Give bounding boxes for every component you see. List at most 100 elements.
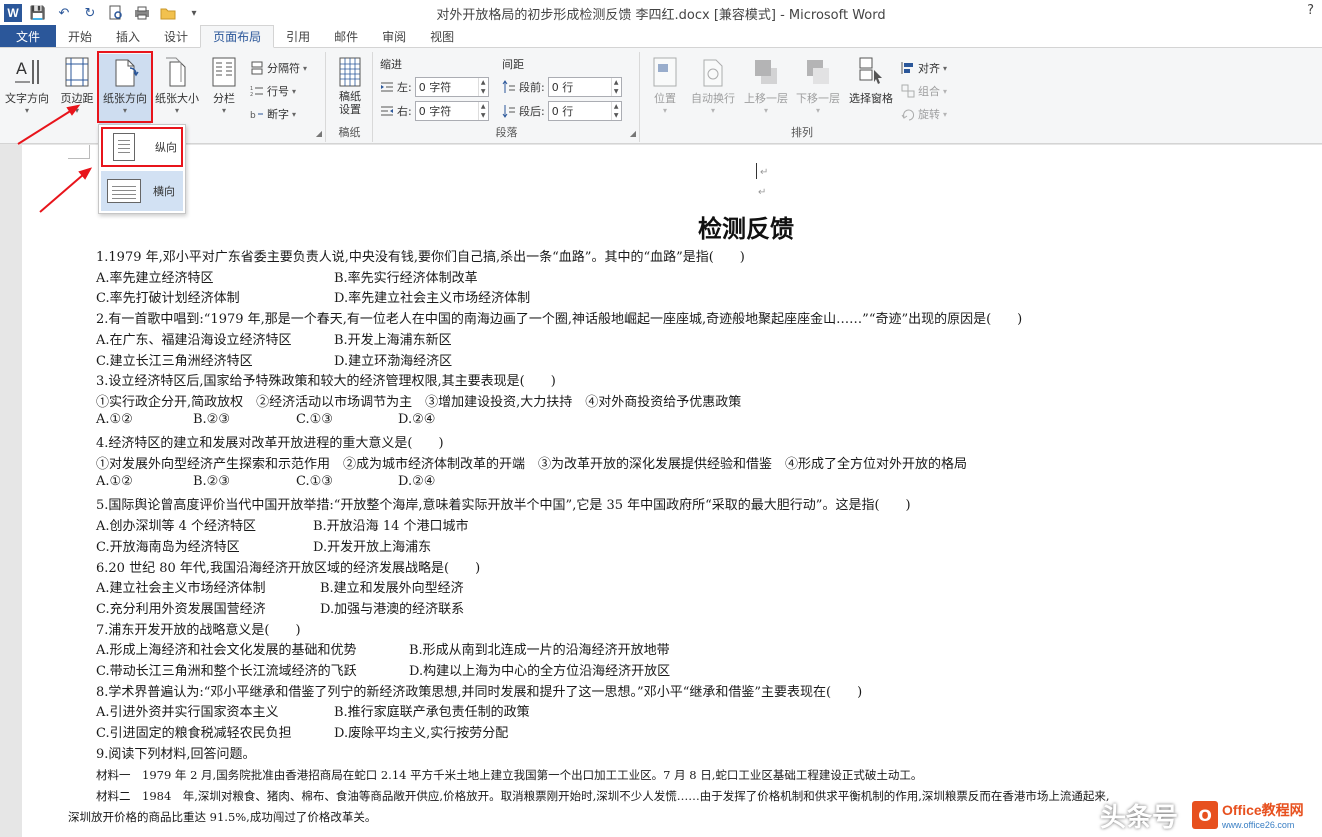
document-option: B.率先实行经济体制改革 <box>334 271 478 286</box>
svg-text:A: A <box>16 59 27 78</box>
group-paragraph: 缩进 间距 左: 0 字符 ▲ ▼ 右: 0 字符 ▲ ▼ 段前: 0 行 ▲ ▼ 段后: … <box>374 52 640 142</box>
size-button[interactable]: 纸张大小 ▾ <box>154 54 200 118</box>
breaks-label: 分隔符 <box>267 62 300 75</box>
word-logo-icon[interactable]: W <box>4 4 22 22</box>
draft-settings-button[interactable]: 稿纸 设置 <box>327 54 373 118</box>
indent-right-input[interactable]: 0 字符 ▲ ▼ <box>414 101 489 121</box>
spacing-before-input[interactable]: 0 行 ▲ ▼ <box>547 77 622 97</box>
columns-button[interactable]: 分栏 ▾ <box>204 54 244 118</box>
spacing-after-spinner[interactable]: ▲ ▼ <box>610 102 621 120</box>
group-arrange-label: 排列 <box>791 126 813 139</box>
document-option: D.废除平均主义,实行按劳分配 <box>334 726 509 741</box>
document-line: C.充分利用外资发展国营经济 <box>96 602 266 617</box>
help-button[interactable]: ? <box>1307 3 1314 18</box>
folder-icon[interactable] <box>158 3 178 23</box>
document-line: 8.学术界普遍认为:“邓小平继承和借鉴了列宁的新经济政策思想,并同时发展和提升了… <box>96 685 863 700</box>
send-backward-button[interactable]: 下移一层 ▾ <box>793 54 843 118</box>
tab-home[interactable]: 开始 <box>56 25 104 47</box>
line-numbers-icon: 12 <box>250 84 264 98</box>
paragraph-launcher-icon[interactable]: ◢ <box>630 129 636 138</box>
document-option: B.开放沿海 14 个港口城市 <box>313 519 469 534</box>
spacing-before-spinner[interactable]: ▲ ▼ <box>610 78 621 96</box>
group-arrange: 位置 ▾ 自动换行 ▾ 上移一层 ▾ 下移一层 ▾ 选择窗格 对齐 ▾ 组合 ▾… <box>641 52 963 142</box>
orientation-dropdown: 纵向 横向 <box>98 124 186 214</box>
position-button[interactable]: 位置 ▾ <box>645 54 685 118</box>
size-label: 纸张大小 <box>155 92 199 105</box>
columns-icon <box>209 56 239 88</box>
document-option: C.①③ <box>296 474 333 489</box>
undo-icon[interactable]: ↶ <box>54 3 74 23</box>
watermark-logo: O Office教程网 www.office26.com <box>1186 796 1316 834</box>
title-bar: W 💾 ↶ ↻ ▾ 对外开放格局的初步形成检测反馈 李四红.docx [兼容模式… <box>0 0 1322 26</box>
text-direction-icon: A <box>12 56 42 88</box>
tab-page-layout[interactable]: 页面布局 <box>200 25 275 48</box>
spacing-after-input[interactable]: 0 行 ▲ ▼ <box>547 101 622 121</box>
document-line: ①实行政企分开,简政放权 ②经济活动以市场调节为主 ③增加建设投资,大力扶持 ④… <box>96 395 742 410</box>
document-option: D.构建以上海为中心的全方位沿海经济开放区 <box>409 664 671 679</box>
wrap-text-button[interactable]: 自动换行 ▾ <box>687 54 739 118</box>
position-icon <box>650 56 680 88</box>
tab-view[interactable]: 视图 <box>418 25 466 47</box>
indent-left-label: 左: <box>397 81 412 94</box>
orientation-portrait-option[interactable]: 纵向 <box>101 127 183 167</box>
tab-insert[interactable]: 插入 <box>104 25 152 47</box>
document-option: D.建立环渤海经济区 <box>334 354 453 369</box>
paragraph-mark: ↵ <box>760 167 769 178</box>
group-objects-button[interactable]: 组合 ▾ <box>901 81 947 101</box>
tab-mailings[interactable]: 邮件 <box>322 25 370 47</box>
printer-icon[interactable] <box>132 3 152 23</box>
hyphenation-button[interactable]: b 断字 ▾ <box>250 104 296 124</box>
rotate-button[interactable]: 旋转 ▾ <box>901 104 947 124</box>
document-line: C.建立长江三角洲经济特区 <box>96 354 253 369</box>
tab-references[interactable]: 引用 <box>274 25 322 47</box>
document-option: D.率先建立社会主义市场经济体制 <box>334 291 531 306</box>
tab-design[interactable]: 设计 <box>152 25 200 47</box>
margins-label: 页边距 <box>60 92 94 105</box>
document-option: D.加强与港澳的经济联系 <box>320 602 465 617</box>
line-numbers-button[interactable]: 12 行号 ▾ <box>250 81 296 101</box>
redo-icon[interactable]: ↻ <box>80 3 100 23</box>
watermark: 头条号 O Office教程网 www.office26.com <box>1100 793 1316 837</box>
portrait-label: 纵向 <box>155 141 177 154</box>
watermark-url: www.office26.com <box>1222 820 1295 830</box>
document-line: A.创办深圳等 4 个经济特区 <box>96 519 257 534</box>
document-line: C.开放海南岛为经济特区 <box>96 540 240 555</box>
spacing-title: 间距 <box>502 58 524 71</box>
spacing-after-label: 段后: <box>519 105 545 118</box>
size-caret: ▾ <box>174 106 179 115</box>
breaks-caret: ▾ <box>303 63 308 73</box>
breaks-button[interactable]: 分隔符 ▾ <box>250 58 307 78</box>
document-line: C.引进固定的粮食税减轻农民负担 <box>96 726 292 741</box>
selection-pane-button[interactable]: 选择窗格 <box>845 54 897 118</box>
landscape-label: 横向 <box>153 185 175 198</box>
tab-review[interactable]: 审阅 <box>370 25 418 47</box>
text-direction-button[interactable]: A 文字方向 ▾ <box>4 54 50 118</box>
document-line: A.形成上海经济和社会文化发展的基础和优势 <box>96 643 357 658</box>
line-numbers-caret: ▾ <box>292 86 297 96</box>
text-cursor <box>756 163 757 179</box>
watermark-text: 头条号 <box>1099 802 1178 833</box>
selection-pane-label: 选择窗格 <box>849 92 893 105</box>
spacing-before-label: 段前: <box>519 81 545 94</box>
send-backward-icon <box>803 56 833 88</box>
align-icon <box>901 61 915 75</box>
hyphenation-icon: b <box>250 107 264 121</box>
page-setup-launcher-icon[interactable]: ◢ <box>316 129 322 138</box>
document-heading: 检测反馈 <box>698 215 794 243</box>
bring-forward-button[interactable]: 上移一层 ▾ <box>741 54 791 118</box>
customize-qat-icon[interactable]: ▾ <box>184 3 204 23</box>
indent-right-spinner[interactable]: ▲ ▼ <box>477 102 488 120</box>
indent-left-spinner[interactable]: ▲ ▼ <box>477 78 488 96</box>
tab-file[interactable]: 文件 <box>0 25 57 47</box>
document-option: C.①③ <box>296 412 333 427</box>
material-three: 深圳放开价格的商品比重达 91.5%,成功闯过了价格改革关。 <box>68 810 377 824</box>
margins-button[interactable]: 页边距 ▾ <box>54 54 100 118</box>
orientation-landscape-option[interactable]: 横向 <box>101 171 183 211</box>
indent-left-input[interactable]: 0 字符 ▲ ▼ <box>414 77 489 97</box>
save-icon[interactable]: 💾 <box>28 3 48 23</box>
paragraph-mark: ↵ <box>758 187 767 198</box>
breaks-icon <box>250 61 264 75</box>
office-logo-icon: O <box>1192 801 1218 829</box>
print-preview-icon[interactable] <box>106 3 126 23</box>
align-button[interactable]: 对齐 ▾ <box>901 58 947 78</box>
